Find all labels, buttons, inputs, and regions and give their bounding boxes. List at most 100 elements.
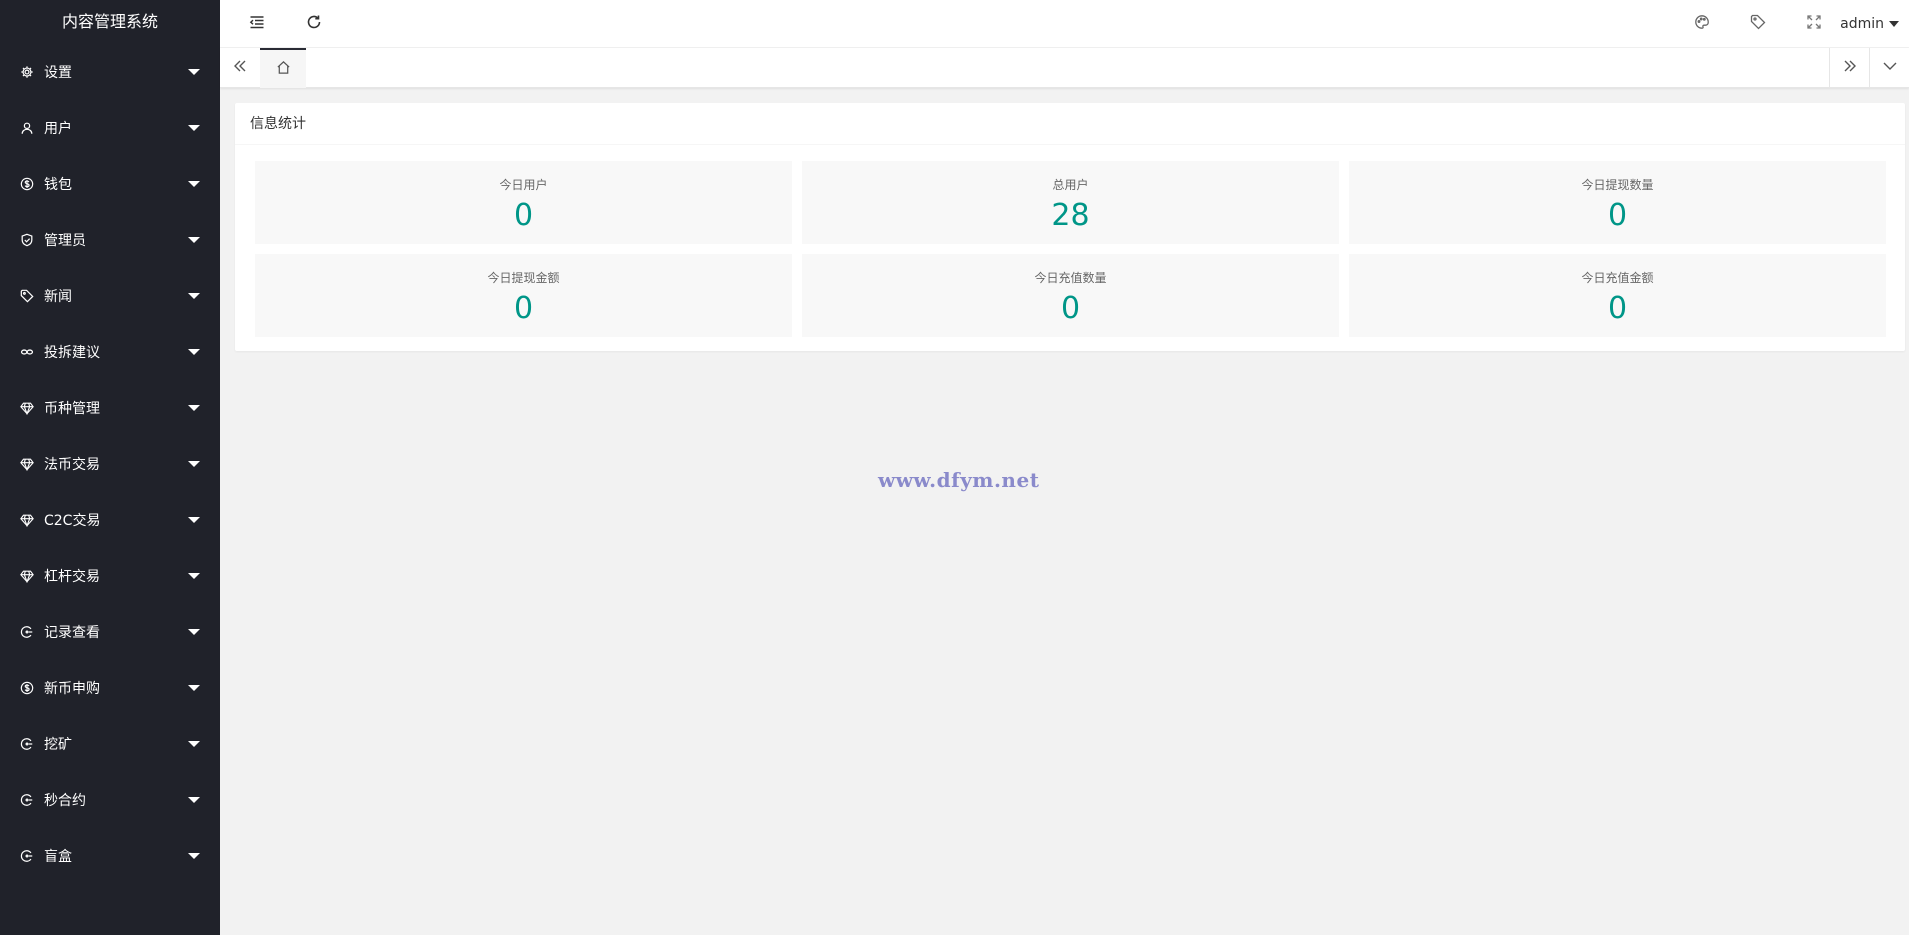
caret-down-icon	[188, 405, 200, 411]
sidebar-item-mining[interactable]: 挖矿	[0, 716, 220, 772]
double-chevron-right-icon	[1842, 58, 1858, 78]
chevron-down-icon	[1882, 58, 1898, 78]
diamond-icon	[20, 569, 34, 583]
link-icon	[20, 345, 34, 359]
double-chevron-left-icon	[232, 58, 248, 78]
fullscreen-button[interactable]	[1792, 0, 1836, 48]
sidebar-item-label: 币种管理	[44, 401, 100, 417]
card-title: 信息统计	[235, 103, 1905, 145]
refresh-button[interactable]	[292, 0, 336, 48]
sidebar-item-records[interactable]: 记录查看	[0, 604, 220, 660]
sidebar-item-label: 管理员	[44, 233, 86, 249]
sidebar-item-new-coin[interactable]: 新币申购	[0, 660, 220, 716]
stat-today-recharge-amount: 今日充值金额 0	[1349, 254, 1886, 337]
dollar-icon	[20, 177, 34, 191]
tabs-scroll-left-button[interactable]	[220, 48, 260, 88]
stat-value: 0	[513, 291, 534, 326]
sidebar: 内容管理系统 设置 用户 钱包 管理员 新闻 投拆建议 币种管理 法币交易 C2…	[0, 0, 220, 935]
stat-today-withdraw-amount: 今日提现金额 0	[255, 254, 792, 337]
stat-today-users: 今日用户 0	[255, 161, 792, 244]
diamond-icon	[20, 513, 34, 527]
sidebar-item-feedback[interactable]: 投拆建议	[0, 324, 220, 380]
diamond-icon	[20, 457, 34, 471]
user-menu[interactable]: admin	[1840, 0, 1899, 48]
stat-value: 0	[1607, 198, 1628, 233]
caret-down-icon	[188, 181, 200, 187]
menu-fold-icon	[249, 14, 265, 34]
refresh-icon	[306, 14, 322, 34]
sidebar-item-label: 用户	[44, 121, 72, 137]
caret-down-icon	[188, 741, 200, 747]
caret-down-icon	[188, 237, 200, 243]
sidebar-item-settings[interactable]: 设置	[0, 44, 220, 100]
stat-label: 今日充值数量	[1034, 271, 1107, 285]
caret-down-icon	[188, 125, 200, 131]
cycle-icon	[20, 849, 34, 863]
tabs-options-button[interactable]	[1869, 48, 1909, 88]
caret-down-icon	[188, 461, 200, 467]
sidebar-item-label: 法币交易	[44, 457, 100, 473]
user-icon	[20, 121, 34, 135]
sidebar-item-label: C2C交易	[44, 513, 101, 529]
sidebar-item-users[interactable]: 用户	[0, 100, 220, 156]
caret-down-icon	[188, 349, 200, 355]
dollar-icon	[20, 681, 34, 695]
sidebar-item-c2c-trade[interactable]: C2C交易	[0, 492, 220, 548]
caret-down-icon	[188, 517, 200, 523]
sidebar-item-label: 设置	[44, 65, 72, 81]
caret-down-icon	[188, 573, 200, 579]
home-icon	[276, 60, 291, 79]
caret-down-icon	[188, 685, 200, 691]
sidebar-item-label: 挖矿	[44, 737, 72, 753]
sidebar-item-label: 杠杆交易	[44, 569, 100, 585]
username: admin	[1840, 16, 1884, 32]
stat-value: 0	[1607, 291, 1628, 326]
stat-label: 今日提现金额	[487, 271, 560, 285]
theme-button[interactable]	[1680, 0, 1724, 48]
stat-label: 今日充值金额	[1581, 271, 1654, 285]
shield-icon	[20, 233, 34, 247]
sidebar-item-second-contract[interactable]: 秒合约	[0, 772, 220, 828]
cycle-icon	[20, 625, 34, 639]
tab-home[interactable]	[260, 48, 306, 88]
stat-value: 0	[513, 198, 534, 233]
stat-total-users: 总用户 28	[802, 161, 1339, 244]
tag-icon	[1750, 14, 1766, 34]
sidebar-item-blind-box[interactable]: 盲盒	[0, 828, 220, 884]
watermark: www.dfym.net	[878, 468, 1040, 492]
sidebar-item-fiat-trade[interactable]: 法币交易	[0, 436, 220, 492]
toggle-sidebar-button[interactable]	[235, 0, 279, 48]
top-header: admin	[220, 0, 1909, 48]
caret-down-icon	[188, 69, 200, 75]
tabs-bar	[220, 48, 1909, 88]
tag-button[interactable]	[1736, 0, 1780, 48]
sidebar-item-leverage-trade[interactable]: 杠杆交易	[0, 548, 220, 604]
app-logo-title[interactable]: 内容管理系统	[0, 0, 220, 44]
stat-label: 今日用户	[499, 178, 548, 192]
cycle-icon	[20, 793, 34, 807]
stats-grid: 今日用户 0 总用户 28 今日提现数量 0 今日提现金额 0 今日充值数量 0…	[255, 161, 1886, 337]
sidebar-item-label: 钱包	[44, 177, 72, 193]
caret-down-icon	[188, 797, 200, 803]
stat-value: 0	[1060, 291, 1081, 326]
fullscreen-icon	[1806, 14, 1822, 34]
sidebar-item-label: 盲盒	[44, 849, 72, 865]
palette-icon	[1694, 14, 1710, 34]
stat-today-withdraw-count: 今日提现数量 0	[1349, 161, 1886, 244]
sidebar-item-admins[interactable]: 管理员	[0, 212, 220, 268]
tabs-scroll-right-button[interactable]	[1829, 48, 1869, 88]
sidebar-item-label: 秒合约	[44, 793, 86, 809]
diamond-icon	[20, 401, 34, 415]
sidebar-item-currency[interactable]: 币种管理	[0, 380, 220, 436]
sidebar-item-wallet[interactable]: 钱包	[0, 156, 220, 212]
stat-label: 总用户	[1052, 178, 1089, 192]
tag-icon	[20, 289, 34, 303]
sidebar-item-label: 投拆建议	[44, 345, 100, 361]
stat-label: 今日提现数量	[1581, 178, 1654, 192]
stats-card: 信息统计 今日用户 0 总用户 28 今日提现数量 0 今日提现金额 0 今日充…	[235, 103, 1905, 351]
caret-down-icon	[188, 629, 200, 635]
sidebar-menu: 设置 用户 钱包 管理员 新闻 投拆建议 币种管理 法币交易 C2C交易 杠杆交…	[0, 44, 220, 884]
sidebar-item-news[interactable]: 新闻	[0, 268, 220, 324]
caret-down-icon	[1889, 21, 1899, 27]
stat-today-recharge-count: 今日充值数量 0	[802, 254, 1339, 337]
